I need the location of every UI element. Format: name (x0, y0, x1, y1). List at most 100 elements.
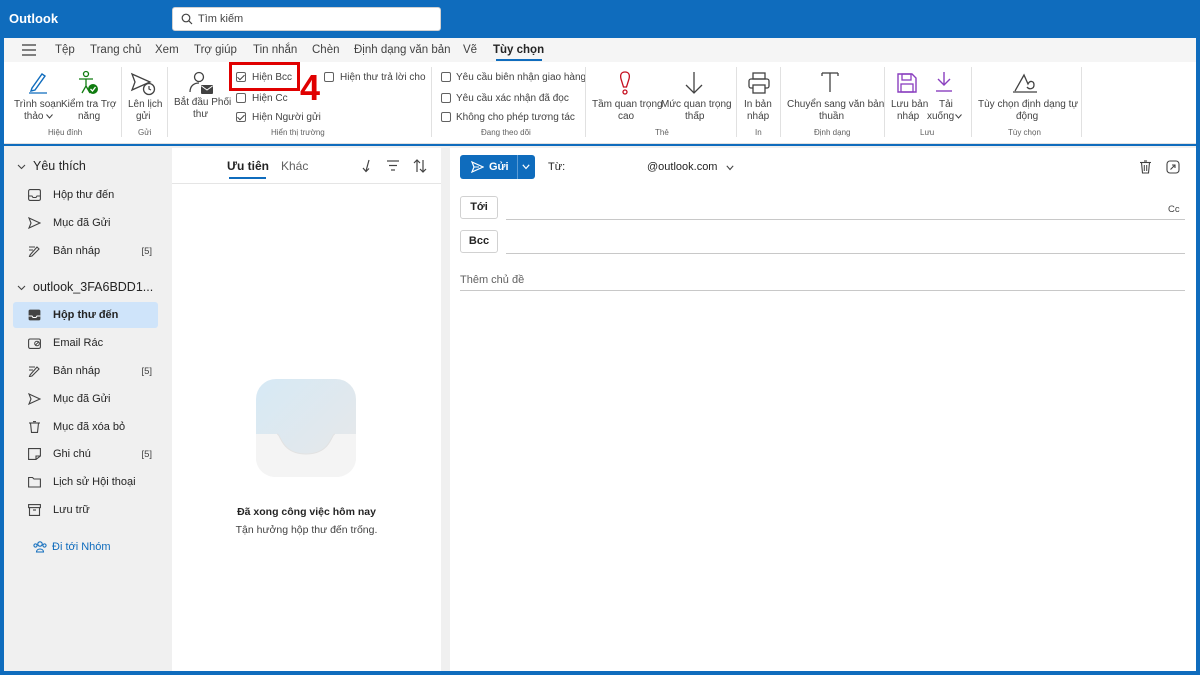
schedule-send-icon (130, 72, 156, 96)
folder-icon (28, 476, 41, 488)
schedule-label-2: gửi (136, 111, 151, 122)
group-label-tags: Thẻ (655, 128, 669, 137)
folder-label: Mục đã Gửi (53, 393, 111, 405)
ribbon-separator (1081, 67, 1082, 137)
trash-icon[interactable] (1139, 160, 1152, 174)
send-icon (28, 217, 41, 229)
show-cc-checkbox[interactable] (236, 93, 246, 103)
send-button[interactable]: Gửi (460, 155, 517, 179)
autoformat-label-2: động (1016, 111, 1039, 122)
print-label-1: In bản (744, 99, 772, 110)
request-read-receipt-checkbox[interactable] (441, 93, 451, 103)
group-label-send: Gửi (138, 128, 152, 137)
autoformat-icon (1013, 73, 1037, 93)
chevron-down-icon[interactable] (17, 162, 26, 171)
send-label: Gửi (489, 161, 509, 173)
low-importance-label-2: thấp (685, 111, 705, 122)
show-from-checkbox[interactable] (236, 112, 246, 122)
editor-label-1: Trình soạn (14, 99, 62, 110)
search-input[interactable]: Tìm kiếm (198, 13, 243, 25)
tab-message[interactable]: Tin nhắn (253, 44, 297, 56)
subject-input[interactable]: Thêm chủ đề (460, 274, 524, 286)
to-input[interactable] (506, 219, 1185, 220)
chevron-down-icon[interactable] (726, 165, 734, 171)
account-drafts[interactable]: Bản nháp [5] (13, 358, 158, 384)
pop-out-icon[interactable] (1166, 160, 1180, 174)
folder-label: Ghi chú (53, 448, 91, 460)
sort-icon[interactable] (413, 159, 427, 173)
sort-down-icon[interactable] (361, 159, 373, 173)
request-read-receipt-label: Yêu cầu xác nhận đã đọc (456, 93, 569, 104)
account-header[interactable]: outlook_3FA6BDD1... (33, 280, 153, 294)
hamburger-icon[interactable] (22, 44, 36, 56)
group-label-format: Định dạng (814, 128, 851, 137)
request-delivery-receipt-checkbox[interactable] (441, 72, 451, 82)
tab-help[interactable]: Trợ giúp (194, 44, 237, 56)
group-label-print: In (755, 128, 762, 137)
favorites-inbox[interactable]: Hộp thư đến (13, 182, 158, 208)
account-conversation-history[interactable]: Lịch sử Hội thoại (13, 469, 158, 495)
tab-format-text[interactable]: Định dạng văn bản (354, 44, 451, 56)
show-reply-to-checkbox[interactable] (324, 72, 334, 82)
high-importance-label-2: cao (618, 111, 635, 122)
account-junk[interactable]: Email Rác (13, 330, 158, 356)
disallow-reactions-checkbox[interactable] (441, 112, 451, 122)
search-box[interactable]: Tìm kiếm (172, 7, 441, 31)
divider (172, 183, 441, 184)
save-draft-label-2: nháp (897, 111, 920, 122)
favorites-sent[interactable]: Mục đã Gửi (13, 210, 158, 236)
from-address[interactable]: @outlook.com (647, 161, 717, 173)
empty-inbox-illustration (256, 379, 356, 477)
inbox-icon (28, 189, 41, 201)
send-options-dropdown[interactable] (517, 155, 535, 179)
tab-home[interactable]: Trang chủ (90, 44, 141, 56)
account-inbox[interactable]: Hộp thư đến (13, 302, 158, 328)
favorites-drafts[interactable]: Bản nháp [5] (13, 238, 158, 264)
search-icon (181, 13, 193, 25)
chevron-down-icon[interactable] (17, 283, 26, 292)
tab-insert[interactable]: Chèn (312, 44, 340, 56)
ribbon-separator (736, 67, 737, 137)
tab-other[interactable]: Khác (281, 159, 308, 173)
print-label-2: nháp (747, 111, 770, 122)
folder-label: Bản nháp (53, 245, 101, 257)
high-importance-label-1: Tầm quan trọng (592, 99, 663, 110)
folder-label: Mục đã Gửi (53, 217, 111, 229)
tab-options[interactable]: Tùy chọn (493, 44, 544, 56)
group-label-tracking: Đang theo dõi (481, 128, 531, 137)
empty-state-title: Đã xong công việc hôm nay (237, 506, 376, 518)
folder-count: [5] (141, 366, 152, 377)
pen-icon (29, 73, 47, 94)
tab-file[interactable]: Tệp (55, 44, 75, 56)
account-notes[interactable]: Ghi chú [5] (13, 441, 158, 467)
request-delivery-receipt-label: Yêu cầu biên nhận giao hàng (456, 72, 587, 83)
low-importance-label-1: Mức quan trọng (661, 99, 732, 110)
account-sent[interactable]: Mục đã Gửi (13, 386, 158, 412)
favorites-header[interactable]: Yêu thích (33, 159, 86, 173)
filter-icon[interactable] (387, 160, 399, 171)
tab-draw[interactable]: Vẽ (463, 44, 477, 56)
account-archive[interactable]: Lưu trữ (13, 497, 158, 523)
tab-view[interactable]: Xem (155, 44, 179, 56)
ribbon-separator (884, 67, 885, 137)
disallow-reactions-label: Không cho phép tương tác (456, 112, 575, 123)
tab-focused[interactable]: Ưu tiên (227, 159, 269, 173)
ribbon-separator (971, 67, 972, 137)
group-label-options: Tùy chọn (1008, 128, 1041, 137)
focused-tab-indicator (229, 177, 266, 179)
app-title[interactable]: Outlook (9, 11, 58, 26)
menu-tabs: Tệp Trang chủ Xem Trợ giúp Tin nhắn Chèn… (4, 38, 1196, 62)
go-to-groups-link[interactable]: Đi tới Nhóm (52, 541, 111, 553)
plain-text-label-2: thuần (819, 111, 845, 122)
send-icon (471, 161, 484, 173)
ribbon-separator (431, 67, 432, 137)
cc-button[interactable]: Cc (1168, 204, 1180, 215)
to-button[interactable]: Tới (460, 196, 498, 219)
account-deleted[interactable]: Mục đã xóa bỏ (13, 414, 158, 440)
folder-label: Bản nháp (53, 365, 101, 377)
notes-icon (28, 448, 41, 460)
send-icon (28, 393, 41, 405)
download-label-1: Tải (939, 99, 953, 110)
bcc-input[interactable] (506, 253, 1185, 254)
bcc-button[interactable]: Bcc (460, 230, 498, 253)
